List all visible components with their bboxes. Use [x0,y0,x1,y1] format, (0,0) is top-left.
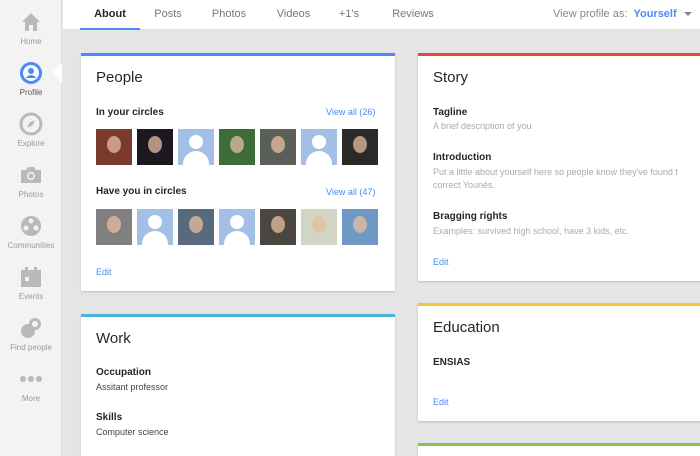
sidebar-item-explore[interactable]: Explore [0,102,62,153]
avatar[interactable] [342,129,378,165]
sidebar-item-label: More [21,394,41,403]
tab-reviews[interactable]: Reviews [383,0,443,30]
left-sidebar: Home Profile Explore Photos Communities … [0,0,62,456]
avatar[interactable] [301,209,337,245]
bragging-rights-label: Bragging rights [433,211,508,222]
sidebar-item-events[interactable]: Events [0,255,62,306]
occupation-value: Assitant professor [96,382,169,392]
tab-photos[interactable]: Photos [203,0,255,30]
sidebar-item-more[interactable]: More [0,357,62,408]
compass-icon [19,112,43,136]
sidebar-item-label: Photos [18,190,44,199]
work-card: Work Occupation Assitant professor Skill… [81,314,395,456]
avatar[interactable] [178,129,214,165]
sidebar-item-find-people[interactable]: Find people [0,306,62,357]
avatar[interactable] [260,129,296,165]
sidebar-item-label: Explore [17,139,45,148]
sidebar-item-home[interactable]: Home [0,0,62,51]
camera-icon [19,163,43,187]
sidebar-item-photos[interactable]: Photos [0,153,62,204]
occupation-label: Occupation [96,367,152,378]
avatar[interactable] [219,129,255,165]
have-you-avatars [96,209,378,245]
people-card: People In your circles View all (26) Hav… [81,53,395,291]
skills-value: Computer science [96,427,169,437]
card-accent-bar [418,53,700,56]
more-dots-icon [19,367,43,391]
avatar[interactable] [260,209,296,245]
card-accent-bar [81,53,395,56]
introduction-placeholder-line1[interactable]: Put a little about yourself here so peop… [433,167,678,177]
avatar[interactable] [301,129,337,165]
avatar[interactable] [178,209,214,245]
calendar-icon [19,265,43,289]
education-edit-link[interactable]: Edit [433,397,449,407]
card-accent-bar [418,303,700,306]
sidebar-item-label: Profile [19,88,43,97]
avatar[interactable] [137,129,173,165]
home-icon [19,10,43,34]
card-accent-bar [418,443,700,446]
chevron-down-icon [683,12,692,17]
tab-plus-ones[interactable]: +1's [329,0,369,30]
tab-posts[interactable]: Posts [143,0,193,30]
card-title: Story [433,69,469,86]
tab-about[interactable]: About [80,0,140,30]
story-card: Story Tagline A brief description of you… [418,53,700,281]
card-title: Work [96,330,131,347]
sidebar-item-communities[interactable]: Communities [0,204,62,255]
school-name: ENSIAS [433,357,471,368]
sidebar-item-label: Events [18,292,44,301]
sidebar-item-label: Home [20,37,42,46]
introduction-label: Introduction [433,152,492,163]
card-title: People [96,69,143,86]
avatar[interactable] [137,209,173,245]
view-all-in-circles-link[interactable]: View all (26) [326,107,375,117]
tab-videos[interactable]: Videos [266,0,321,30]
profile-tabs-bar: About Posts Photos Videos +1's Reviews V… [63,0,700,30]
tagline-placeholder[interactable]: A brief description of you [433,121,532,131]
avatar[interactable] [96,129,132,165]
bragging-rights-placeholder[interactable]: Examples: survived high school, have 3 k… [433,226,629,236]
card-accent-bar [81,314,395,317]
profile-icon [19,61,43,85]
have-you-in-circles-label: Have you in circles [96,186,187,197]
view-profile-label: View profile as: [553,8,628,20]
people-edit-link[interactable]: Edit [96,267,112,277]
communities-icon [19,214,43,238]
story-edit-link[interactable]: Edit [433,257,449,267]
in-circles-label: In your circles [96,107,164,118]
in-circles-avatars [96,129,378,165]
education-card: Education ENSIAS Edit [418,303,700,421]
avatar[interactable] [219,209,255,245]
view-all-have-you-link[interactable]: View all (47) [326,187,375,197]
sidebar-item-label: Find people [10,343,52,352]
skills-label: Skills [96,412,123,423]
view-profile-selector[interactable]: Yourself [633,8,676,20]
find-people-icon [19,316,43,340]
active-indicator [52,63,62,83]
sidebar-item-label: Communities [7,241,55,250]
tagline-label: Tagline [433,107,468,118]
avatar[interactable] [342,209,378,245]
introduction-placeholder-line2[interactable]: correct Younès. [433,180,495,190]
card-title: Education [433,319,500,336]
view-profile-as[interactable]: View profile as: Yourself [553,0,692,30]
avatar[interactable] [96,209,132,245]
next-card [418,443,700,456]
